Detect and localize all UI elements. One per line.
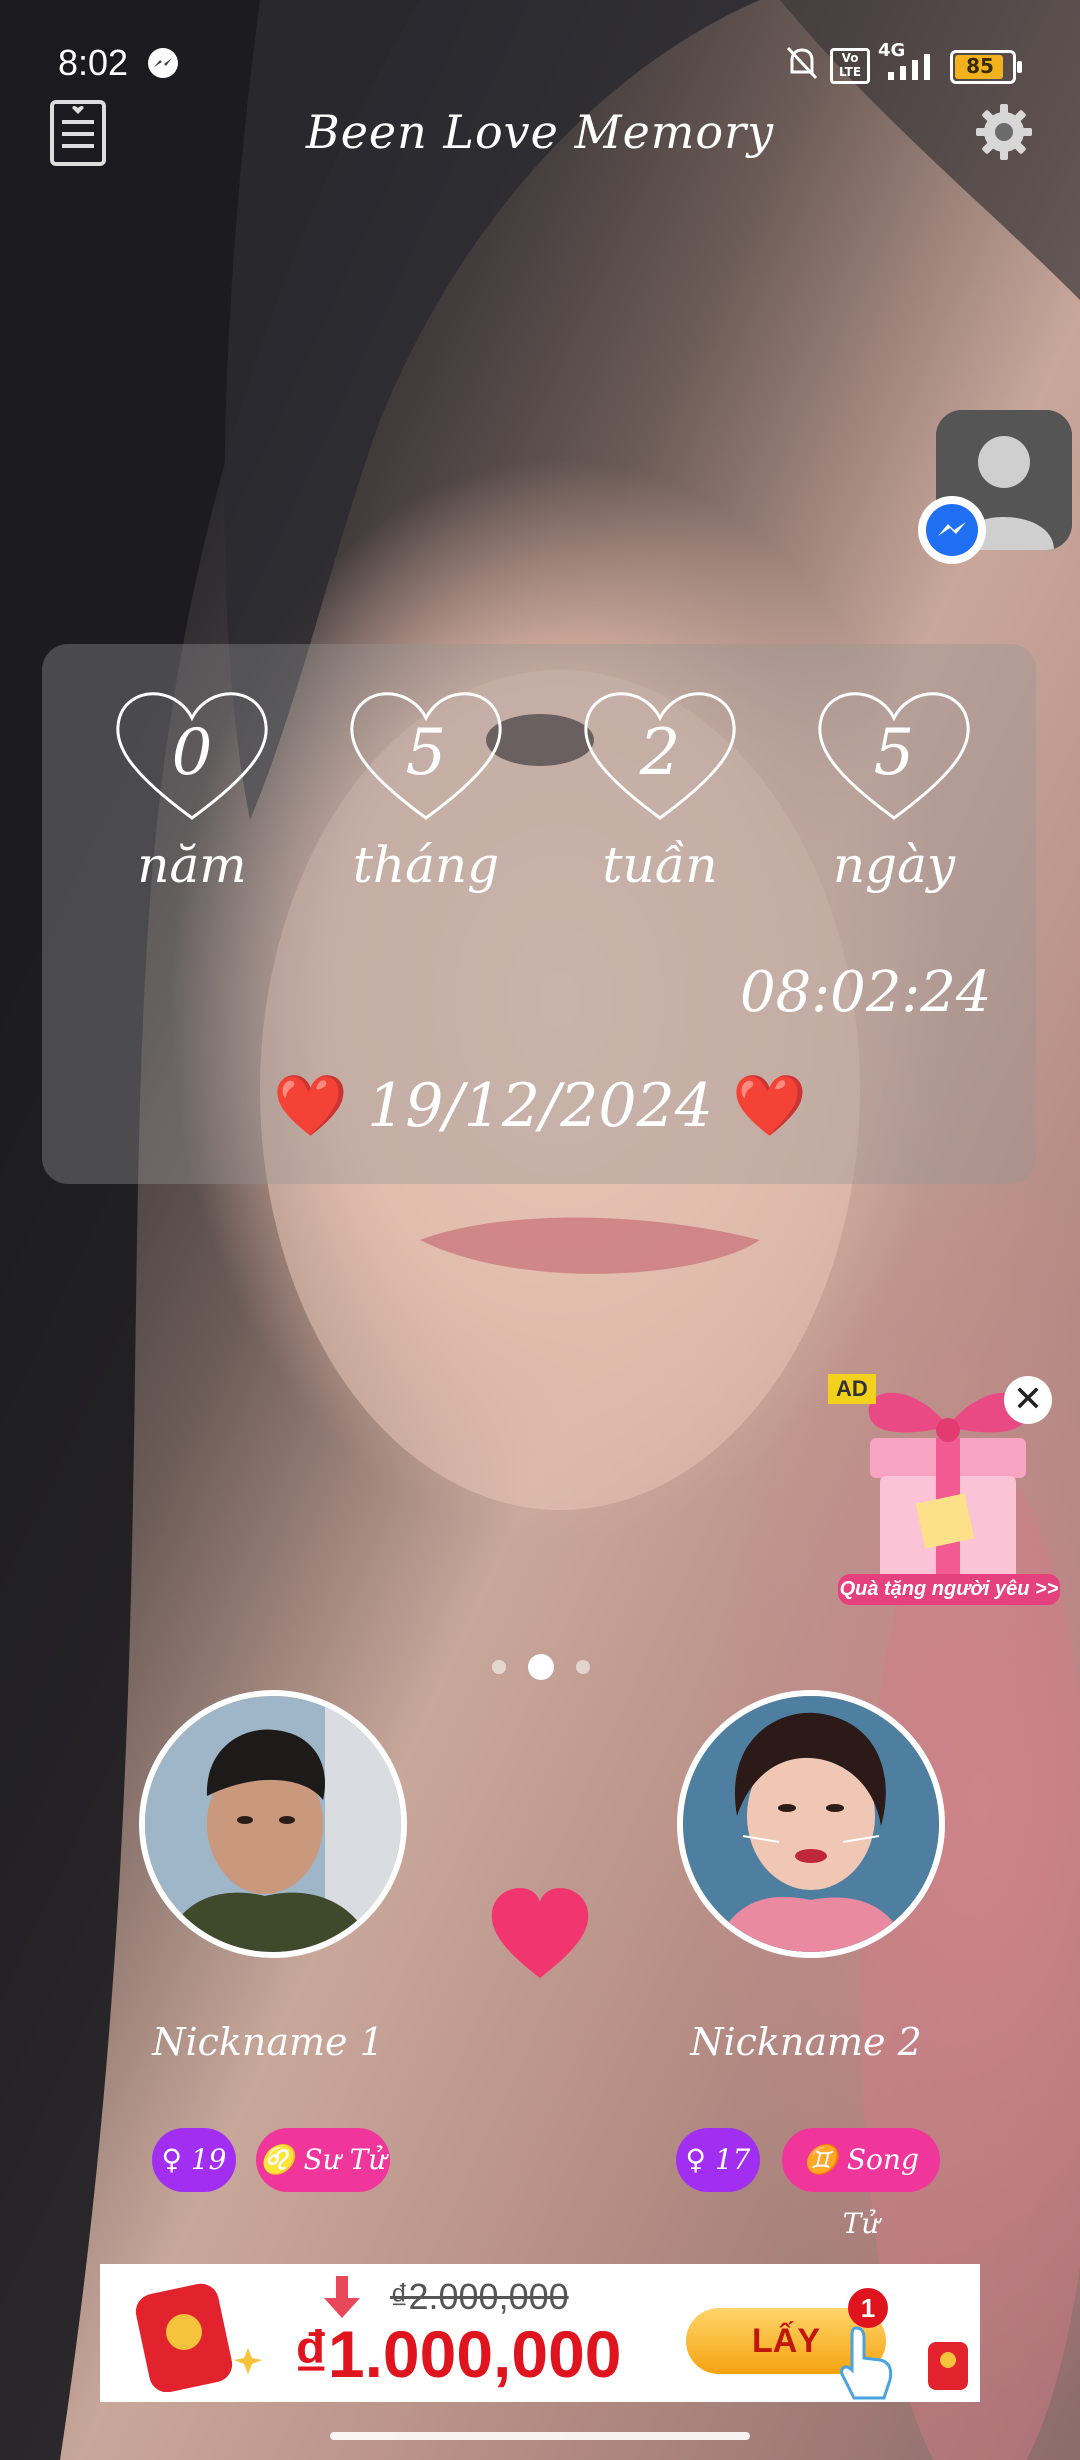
person1-nickname[interactable]: Nickname 1 <box>118 2020 418 2064</box>
years-value: 0 <box>171 716 213 790</box>
heart-emoji-right: ❤️ <box>731 1071 807 1141</box>
notification-badge: 1 <box>848 2288 888 2328</box>
heart-months: 5 <box>346 688 506 828</box>
days-value: 5 <box>873 716 915 790</box>
hand-pointer-icon <box>840 2326 893 2400</box>
mini-envelope-icon <box>928 2342 968 2390</box>
heart-icon[interactable] <box>488 1886 592 1982</box>
ad-tag: AD <box>828 1374 876 1404</box>
heart-emoji-left: ❤️ <box>273 1071 348 1141</box>
person2-zodiac-badge[interactable]: ♊ Song Tử <box>782 2128 940 2240</box>
home-indicator[interactable] <box>330 2432 750 2440</box>
settings-gear-icon[interactable] <box>974 102 1034 162</box>
heart-years: 0 <box>112 688 272 828</box>
days-label: ngày <box>832 836 956 894</box>
months-label: tháng <box>352 836 500 894</box>
battery-level: 85 <box>966 54 994 78</box>
arrow-down-icon <box>324 2276 360 2318</box>
close-icon[interactable]: ✕ <box>1004 1376 1052 1424</box>
new-price: ₫1.000,000 <box>294 2317 622 2391</box>
page-dot[interactable] <box>576 1660 590 1674</box>
page-dot[interactable] <box>492 1660 506 1674</box>
person1-avatar[interactable] <box>139 1690 407 1958</box>
person2-avatar[interactable] <box>677 1690 945 1958</box>
status-bar: 8:02 Vo LTE 4G 85 <box>0 0 1080 120</box>
page-indicator <box>486 1650 596 1680</box>
page-dot-active[interactable] <box>528 1654 554 1680</box>
person2-nickname[interactable]: Nickname 2 <box>656 2020 956 2064</box>
messenger-badge-icon[interactable] <box>918 496 986 564</box>
app-title: Been Love Memory <box>305 105 775 159</box>
years-label: năm <box>137 836 247 894</box>
heart-days: 5 <box>814 688 974 828</box>
weeks-label: tuần <box>602 836 718 894</box>
elapsed-clock: 08:02:24 <box>740 960 992 1025</box>
status-time: 8:02 <box>58 42 129 83</box>
volte-icon: Vo LTE <box>830 48 870 84</box>
red-envelope-icon <box>135 2283 262 2392</box>
messenger-notification-icon <box>148 48 178 78</box>
start-date-row[interactable]: ❤️ 19/12/2024 ❤️ <box>0 1070 1080 1141</box>
gift-ad-caption[interactable]: Quà tặng người yêu >> <box>838 1574 1060 1605</box>
person2-age-badge[interactable]: ♀ 17 <box>676 2128 760 2192</box>
months-value: 5 <box>405 716 447 790</box>
start-date: 19/12/2024 <box>367 1071 713 1141</box>
heart-weeks: 2 <box>580 688 740 828</box>
battery-icon: 85 <box>950 50 1022 84</box>
signal-icon <box>888 54 930 80</box>
promo-banner-ad[interactable]: ₫2.000,000 ₫1.000,000 LẤY 1 <box>100 2264 980 2402</box>
background-photo <box>0 0 1080 2460</box>
weeks-value: 2 <box>639 716 681 790</box>
person1-age-badge[interactable]: ♀ 19 <box>152 2128 236 2192</box>
mute-bell-icon <box>786 46 818 80</box>
person1-zodiac-badge[interactable]: ♌ Sư Tử <box>256 2128 390 2192</box>
old-price: ₫2.000,000 <box>390 2276 569 2317</box>
